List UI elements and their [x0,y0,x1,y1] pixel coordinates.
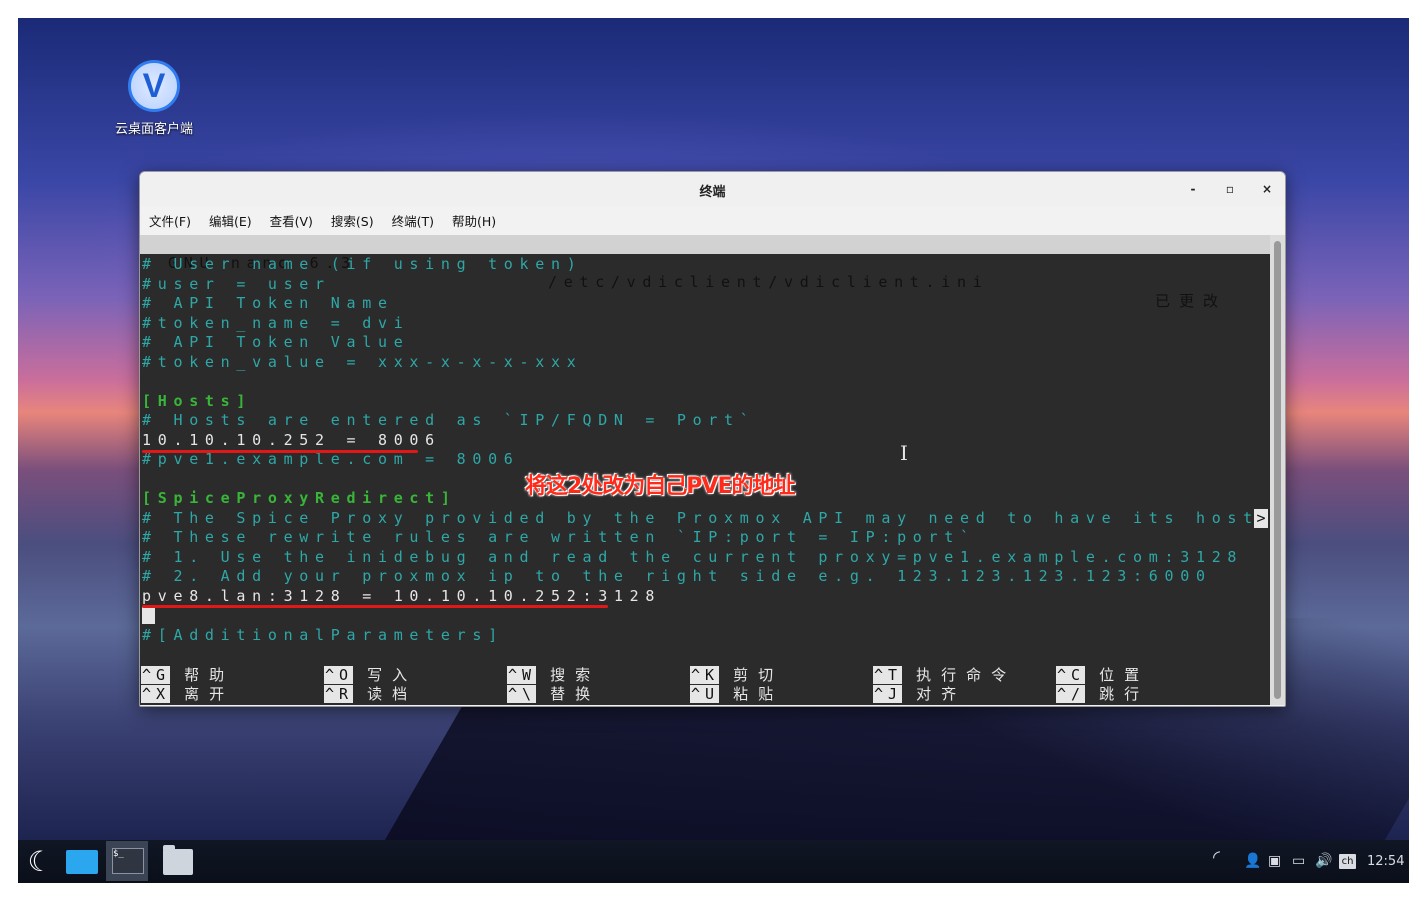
user-icon[interactable]: 👤 [1244,852,1261,870]
shortcut-item: ^G 帮助 [141,666,234,685]
shortcut-item: ^/ 跳行 [1056,685,1149,704]
editor-line[interactable]: pve8.lan:3128 = 10.10.10.252:3128 [142,587,661,606]
annotation-text: 将这2处改为自己PVE的地址 [525,474,795,499]
nano-filename: /etc/vdiclient/vdiclient.ini [548,273,989,291]
editor-line[interactable]: [Hosts] [142,392,252,411]
clock[interactable]: 12:54 [1367,853,1404,871]
menu-file[interactable]: 文件(F) [149,211,191,230]
shortcut-item: ^W 搜索 [507,666,600,685]
file-manager-icon[interactable] [163,845,193,875]
input-method-icon[interactable]: ch [1339,854,1356,869]
editor-line[interactable]: #user = user [142,275,331,294]
shortcut-key: ^K [690,666,720,684]
editor-line[interactable]: #[AdditionalParameters] [142,626,504,645]
scrollbar-thumb[interactable] [1274,241,1281,699]
volume-icon[interactable]: 🔊 [1315,852,1332,870]
shortcut-label: 搜索 [550,666,601,684]
shortcut-key: ^\ [507,685,537,703]
shortcut-key: ^X [141,685,171,703]
shortcut-label: 读档 [367,685,418,703]
editor-line[interactable]: [SpiceProxyRedirect] [142,489,457,508]
shortcut-item: ^R 读档 [324,685,417,704]
editor-line[interactable]: # Hosts are entered as `IP/FQDN = Port` [142,411,756,430]
minimize-button[interactable]: - [1183,180,1203,198]
shortcut-key: ^U [690,685,720,703]
shortcut-key: ^T [873,666,903,684]
menu-edit[interactable]: 编辑(E) [209,211,252,230]
shortcut-item: ^K 剪切 [690,666,783,685]
shortcut-label: 替换 [550,685,601,703]
shortcut-label: 跳行 [1099,685,1150,703]
line-overflow-marker: > [1254,509,1268,528]
editor-line[interactable]: # User name (if using token) [142,255,582,274]
text-cursor-ibeam-icon: I [900,441,908,465]
window-titlebar[interactable]: 终端 - ▫ × [140,172,1285,206]
menu-search[interactable]: 搜索(S) [331,211,374,230]
annotation-underline-proxy [142,605,608,608]
close-button[interactable]: × [1257,180,1277,198]
shortcut-label: 写入 [367,666,418,684]
shortcut-key: ^R [324,685,354,703]
shortcut-item: ^T 执行命令 [873,666,1016,685]
editor-line[interactable]: #token_name = dvi [142,314,409,333]
show-desktop-icon[interactable] [66,850,98,874]
network-icon[interactable]: ◜ [1213,849,1220,867]
shortcut-item: ^C 位置 [1056,666,1149,685]
editor-line[interactable]: 10.10.10.252 = 8006 [142,431,441,450]
start-menu-icon[interactable]: ☾ [24,846,56,878]
shortcut-label: 粘贴 [733,685,784,703]
editor-line[interactable]: #token_value = xxx-x-x-x-xxx [142,353,582,372]
shortcut-key: ^C [1056,666,1086,684]
menu-terminal[interactable]: 终端(T) [392,211,434,230]
desktop-shortcut-vdi-client[interactable]: V 云桌面客户端 [104,60,204,137]
editor-line[interactable]: # The Spice Proxy provided by the Proxmo… [142,509,1270,528]
shortcut-label: 对齐 [916,685,967,703]
shortcut-item: ^X 离开 [141,685,234,704]
editor-line[interactable]: # 2. Add your proxmox ip to the right si… [142,567,1212,586]
editor-line[interactable]: # 1. Use the inidebug and read the curre… [142,548,1243,567]
shortcut-label: 位置 [1099,666,1150,684]
terminal-scrollbar[interactable] [1270,235,1285,705]
annotation-underline-hosts [142,450,418,453]
shortcut-key: ^G [141,666,171,684]
shortcut-label: 离开 [184,685,235,703]
shortcut-item: ^\ 替换 [507,685,600,704]
maximize-button[interactable]: ▫ [1220,180,1240,198]
shortcut-key: ^/ [1056,685,1086,703]
desktop-shortcut-label: 云桌面客户端 [114,122,193,137]
shortcut-item: ^J 对齐 [873,685,966,704]
shortcut-key: ^J [873,685,903,703]
window-title: 终端 [699,185,726,200]
editor-line[interactable]: # These rewrite rules are written `IP:po… [142,528,976,547]
terminal-window: 终端 - ▫ × 文件(F) 编辑(E) 查看(V) 搜索(S) 终端(T) 帮… [139,171,1286,707]
taskbar-terminal-icon[interactable]: $_ [106,841,148,881]
device-icon[interactable]: ▣ [1268,852,1281,870]
menu-help[interactable]: 帮助(H) [452,211,496,230]
shortcut-key: ^O [324,666,354,684]
shortcut-item: ^O 写入 [324,666,417,685]
editor-line[interactable]: # API Token Name [142,294,394,313]
text-cursor [142,607,155,624]
taskbar: ☾ $_ ◜ 👤 ▣ ▭ 🔊 ch 12:54 [18,840,1409,883]
menu-view[interactable]: 查看(V) [270,211,313,230]
shortcut-label: 帮助 [184,666,235,684]
menubar: 文件(F) 编辑(E) 查看(V) 搜索(S) 终端(T) 帮助(H) [140,206,1285,235]
editor-line[interactable]: # API Token Value [142,333,409,352]
shortcut-label: 剪切 [733,666,784,684]
vdi-client-icon: V [128,60,180,112]
shortcut-item: ^U 粘贴 [690,685,783,704]
screen-icon[interactable]: ▭ [1292,852,1305,870]
shortcut-key: ^W [507,666,537,684]
shortcut-label: 执行命令 [916,666,1017,684]
nano-header: GNU nano 6.3 /etc/vdiclient/vdiclient.in… [140,235,1270,310]
terminal-area[interactable]: GNU nano 6.3 /etc/vdiclient/vdiclient.in… [140,235,1270,705]
nano-modified-status: 已更改 [1155,292,1228,310]
